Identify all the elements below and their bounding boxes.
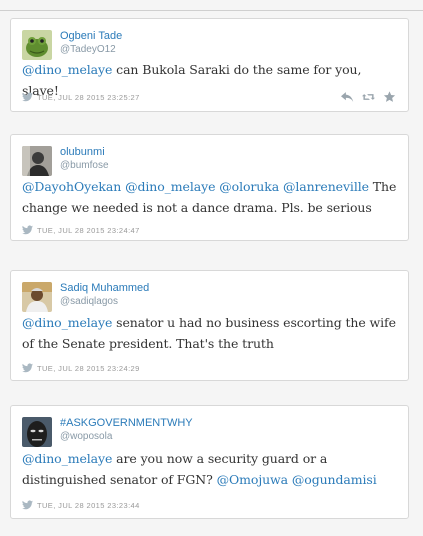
- timestamp[interactable]: TUE, JUL 28 2015 23:25:27: [37, 93, 140, 102]
- twitter-bird-icon: [22, 363, 33, 373]
- author-handle[interactable]: @TadeyO12: [60, 44, 116, 55]
- tweet-card: Sadiq Muhammed @sadiqlagos @dino_melaye …: [10, 270, 409, 381]
- tweet-meta: TUE, JUL 28 2015 23:25:27: [22, 92, 140, 102]
- mention-link[interactable]: @dino_melaye: [22, 451, 112, 466]
- tweet-meta: TUE, JUL 28 2015 23:24:47: [22, 225, 140, 235]
- twitter-bird-icon: [22, 92, 33, 102]
- tweet-card: olubunmi @bumfose @DayohOyekan @dino_mel…: [10, 134, 409, 241]
- timestamp[interactable]: TUE, JUL 28 2015 23:24:47: [37, 226, 140, 235]
- mention-link[interactable]: @DayohOyekan: [22, 179, 121, 194]
- mention-link[interactable]: @lanreneville: [283, 179, 369, 194]
- twitter-bird-icon: [22, 500, 33, 510]
- mention-link[interactable]: @Omojuwa: [217, 472, 289, 487]
- avatar[interactable]: [22, 282, 52, 312]
- twitter-bird-icon: [22, 225, 33, 235]
- timestamp[interactable]: TUE, JUL 28 2015 23:23:44: [37, 501, 140, 510]
- mention-link[interactable]: @dino_melaye: [22, 62, 112, 77]
- author-name[interactable]: #ASKGOVERNMENTWHY: [60, 417, 193, 429]
- tweet-card: #ASKGOVERNMENTWHY @woposola @dino_melaye…: [10, 405, 409, 519]
- avatar[interactable]: [22, 30, 52, 60]
- avatar[interactable]: [22, 146, 52, 176]
- mention-link[interactable]: @ogundamisi: [292, 472, 377, 487]
- tweet-actions: [341, 91, 396, 103]
- retweet-icon[interactable]: [362, 91, 375, 103]
- tweet-meta: TUE, JUL 28 2015 23:23:44: [22, 500, 140, 510]
- timestamp[interactable]: TUE, JUL 28 2015 23:24:29: [37, 364, 140, 373]
- mention-link[interactable]: @dino_melaye: [125, 179, 215, 194]
- portrait-avatar-icon: [22, 146, 52, 176]
- author-name[interactable]: Ogbeni Tade: [60, 30, 122, 42]
- person-avatar-icon: [22, 282, 52, 312]
- tweet-text: @dino_melaye are you now a security guar…: [22, 448, 398, 490]
- mention-link[interactable]: @dino_melaye: [22, 315, 112, 330]
- frog-avatar-icon: [22, 30, 52, 60]
- star-icon[interactable]: [383, 91, 396, 103]
- avatar[interactable]: [22, 417, 52, 447]
- top-divider: [0, 10, 423, 11]
- mention-link[interactable]: @oloruka: [219, 179, 279, 194]
- tweet-text: @DayohOyekan @dino_melaye @oloruka @lanr…: [22, 176, 398, 218]
- reply-icon[interactable]: [341, 91, 354, 103]
- author-name[interactable]: olubunmi: [60, 146, 105, 158]
- face-avatar-icon: [22, 417, 52, 447]
- tweet-text: @dino_melaye senator u had no business e…: [22, 312, 398, 354]
- tweet-card: Ogbeni Tade @TadeyO12 @dino_melaye can B…: [10, 18, 409, 112]
- tweet-meta: TUE, JUL 28 2015 23:24:29: [22, 363, 140, 373]
- author-handle[interactable]: @woposola: [60, 431, 112, 442]
- author-handle[interactable]: @sadiqlagos: [60, 296, 118, 307]
- author-name[interactable]: Sadiq Muhammed: [60, 282, 149, 294]
- author-handle[interactable]: @bumfose: [60, 160, 109, 171]
